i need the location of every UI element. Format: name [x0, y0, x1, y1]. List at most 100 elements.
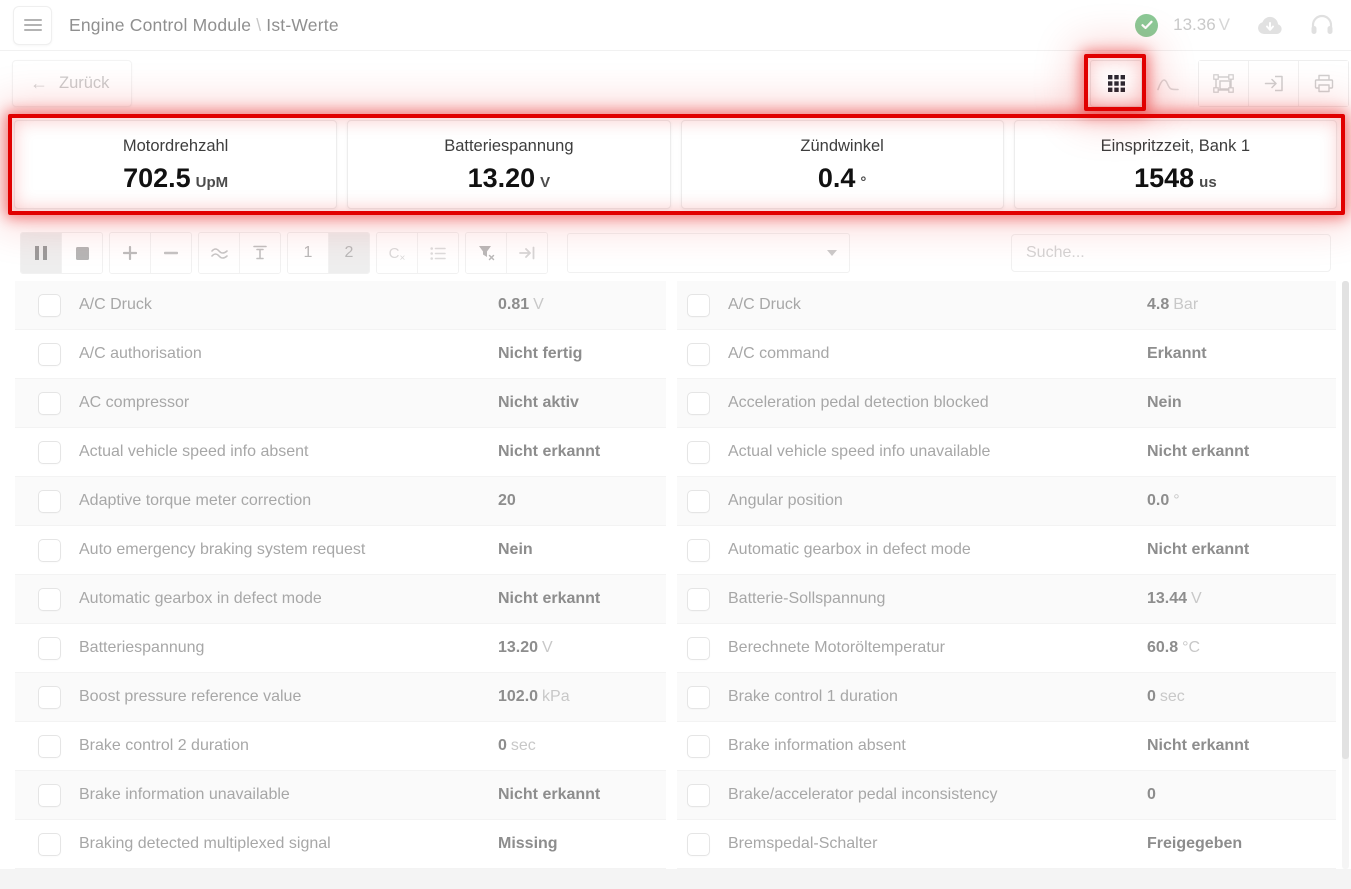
row-checkbox[interactable]: [38, 686, 61, 709]
row-checkbox[interactable]: [687, 735, 710, 758]
row-value: 0.81: [498, 296, 529, 313]
row-checkbox[interactable]: [38, 539, 61, 562]
table-row[interactable]: A/C Druck 4.8Bar: [677, 281, 1336, 330]
row-checkbox[interactable]: [687, 784, 710, 807]
row-value-group: Nicht erkannt: [498, 786, 604, 804]
row-value-group: Nein: [498, 541, 537, 559]
table-row[interactable]: A/C command Erkannt: [677, 330, 1336, 379]
value-height-button[interactable]: [239, 233, 280, 273]
hamburger-menu-button[interactable]: [13, 6, 52, 45]
row-checkbox[interactable]: [38, 392, 61, 415]
row-value: 4.8: [1147, 296, 1169, 313]
table-row[interactable]: Berechnete Motoröltemperatur 60.8°C: [677, 624, 1336, 673]
grid-view-button[interactable]: [1090, 60, 1142, 107]
export-button[interactable]: [1248, 61, 1298, 106]
table-row[interactable]: Batterie-Sollspannung 13.44V: [677, 575, 1336, 624]
row-value-group: Nein: [1147, 394, 1186, 412]
table-row[interactable]: Boost pressure reference value 102.0kPa: [15, 673, 666, 722]
pause-button[interactable]: [21, 233, 61, 273]
table-row[interactable]: Automatic gearbox in defect mode Nicht e…: [15, 575, 666, 624]
row-checkbox[interactable]: [687, 637, 710, 660]
table-row[interactable]: Braking detected multiplexed signal Miss…: [15, 820, 666, 869]
table-row[interactable]: Brake information absent Nicht erkannt: [677, 722, 1336, 771]
metric-card-motordrehzahl[interactable]: Motordrehzahl 702.5UpM: [14, 120, 337, 209]
back-button-label: Zurück: [59, 74, 109, 93]
metric-value: 1548us: [1134, 165, 1217, 192]
row-checkbox[interactable]: [687, 686, 710, 709]
stop-button[interactable]: [61, 233, 102, 273]
table-row[interactable]: Automatic gearbox in defect mode Nicht e…: [677, 526, 1336, 575]
row-checkbox[interactable]: [38, 490, 61, 513]
table-row[interactable]: A/C authorisation Nicht fertig: [15, 330, 666, 379]
row-checkbox[interactable]: [38, 784, 61, 807]
metric-card-batteriespannung[interactable]: Batteriespannung 13.20V: [347, 120, 670, 209]
add-button[interactable]: [110, 233, 150, 273]
back-button[interactable]: ← Zurück: [12, 60, 132, 107]
clear-selection-button[interactable]: C×: [377, 233, 417, 273]
row-value: Nicht erkannt: [1147, 737, 1249, 754]
row-checkbox[interactable]: [38, 343, 61, 366]
row-checkbox[interactable]: [687, 588, 710, 611]
table-row[interactable]: Brake/accelerator pedal inconsistency 0: [677, 771, 1336, 820]
goto-end-button[interactable]: [506, 233, 547, 273]
selection-frame-icon: [1213, 74, 1234, 93]
row-checkbox[interactable]: [38, 833, 61, 856]
table-row[interactable]: Brake control 1 duration 0sec: [677, 673, 1336, 722]
row-checkbox[interactable]: [38, 588, 61, 611]
row-value-group: Nicht aktiv: [498, 394, 583, 412]
row-checkbox[interactable]: [687, 833, 710, 856]
row-checkbox[interactable]: [38, 637, 61, 660]
clear-filter-button[interactable]: [466, 233, 506, 273]
smooth-curve-button[interactable]: [199, 233, 239, 273]
row-checkbox[interactable]: [687, 490, 710, 513]
scrollbar-thumb[interactable]: [1342, 281, 1349, 759]
table-row[interactable]: Auto emergency braking system request Ne…: [15, 526, 666, 575]
row-checkbox[interactable]: [687, 392, 710, 415]
two-column-button[interactable]: 2: [328, 233, 369, 273]
metric-value: 13.20V: [468, 165, 551, 192]
row-value-group: 0sec: [1147, 688, 1185, 706]
selection-tools-group: C×: [376, 232, 459, 274]
table-row[interactable]: Bremspedal-Schalter Freigegeben: [677, 820, 1336, 869]
one-column-button[interactable]: 1: [288, 233, 328, 273]
row-unit: Bar: [1173, 296, 1198, 313]
row-checkbox[interactable]: [687, 343, 710, 366]
row-unit: sec: [511, 737, 536, 754]
row-label: Actual vehicle speed info unavailable: [728, 443, 990, 461]
select-region-button[interactable]: [1199, 61, 1248, 106]
column-count-group: 1 2: [287, 232, 370, 274]
cloud-download-icon[interactable]: [1256, 16, 1284, 35]
headset-icon[interactable]: [1310, 14, 1334, 36]
row-value-group: Nicht erkannt: [498, 590, 604, 608]
stop-icon: [76, 247, 89, 260]
row-unit: sec: [1160, 688, 1185, 705]
row-checkbox[interactable]: [687, 294, 710, 317]
search-input[interactable]: [1011, 234, 1331, 272]
table-row[interactable]: Brake information unavailable Nicht erka…: [15, 771, 666, 820]
table-row[interactable]: Batteriespannung 13.20V: [15, 624, 666, 673]
print-button[interactable]: [1298, 61, 1348, 106]
table-row[interactable]: Brake control 2 duration 0sec: [15, 722, 666, 771]
metric-card-zuendwinkel[interactable]: Zündwinkel 0.4°: [681, 120, 1004, 209]
table-row[interactable]: A/C Druck 0.81V: [15, 281, 666, 330]
chart-view-button[interactable]: [1142, 60, 1194, 107]
row-value: 0.0: [1147, 492, 1169, 509]
table-row[interactable]: AC compressor Nicht aktiv: [15, 379, 666, 428]
row-checkbox[interactable]: [38, 735, 61, 758]
table-row[interactable]: Adaptive torque meter correction 20: [15, 477, 666, 526]
row-checkbox[interactable]: [38, 294, 61, 317]
row-checkbox[interactable]: [687, 441, 710, 464]
row-value: Nicht erkannt: [1147, 541, 1249, 558]
table-row[interactable]: Acceleration pedal detection blocked Nei…: [677, 379, 1336, 428]
row-checkbox[interactable]: [687, 539, 710, 562]
table-row[interactable]: Actual vehicle speed info unavailable Ni…: [677, 428, 1336, 477]
table-row[interactable]: Actual vehicle speed info absent Nicht e…: [15, 428, 666, 477]
row-value: 60.8: [1147, 639, 1178, 656]
remove-button[interactable]: [150, 233, 191, 273]
table-row[interactable]: Angular position 0.0°: [677, 477, 1336, 526]
row-checkbox[interactable]: [38, 441, 61, 464]
group-filter-dropdown[interactable]: [567, 233, 850, 273]
metric-card-einspritzzeit[interactable]: Einspritzzeit, Bank 1 1548us: [1014, 120, 1337, 209]
metric-label: Zündwinkel: [800, 137, 883, 156]
list-view-button[interactable]: [417, 233, 458, 273]
